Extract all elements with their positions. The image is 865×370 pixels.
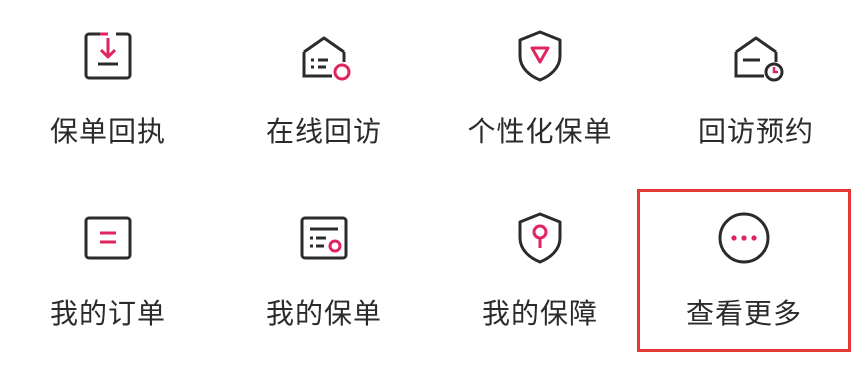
menu-item-my-orders[interactable]: 我的订单 (0, 190, 216, 370)
my-policies-icon (292, 206, 356, 270)
menu-item-my-policies[interactable]: 我的保单 (216, 190, 432, 370)
more-dots-icon (712, 206, 776, 270)
custom-policy-shield-icon (508, 24, 572, 88)
menu-item-label: 查看更多 (685, 297, 802, 330)
menu-item-label: 我的订单 (49, 297, 166, 330)
menu-item-label: 我的保单 (265, 297, 382, 330)
menu-item-label: 回访预约 (697, 115, 814, 148)
menu-item-policy-receipt[interactable]: 保单回执 (0, 0, 216, 180)
my-orders-icon (76, 206, 140, 270)
menu-item-my-coverage[interactable]: 我的保障 (432, 190, 648, 370)
menu-item-label: 个性化保单 (467, 115, 613, 148)
online-visit-icon (292, 24, 356, 88)
my-coverage-shield-icon (508, 206, 572, 270)
policy-receipt-icon (76, 24, 140, 88)
menu-item-label: 在线回访 (265, 115, 382, 148)
menu-item-visit-appointment[interactable]: 回访预约 (648, 0, 864, 180)
menu-item-view-more[interactable]: 查看更多 (637, 190, 851, 370)
service-menu-grid: 保单回执 在线回访 个性化保单 回访预约 我的订单 我的保单 我的保障 查看更多 (0, 0, 865, 363)
menu-item-online-visit[interactable]: 在线回访 (216, 0, 432, 180)
menu-item-label: 保单回执 (49, 115, 166, 148)
visit-appointment-icon (724, 24, 788, 88)
menu-item-custom-policy[interactable]: 个性化保单 (432, 0, 648, 180)
menu-item-label: 我的保障 (481, 297, 598, 330)
